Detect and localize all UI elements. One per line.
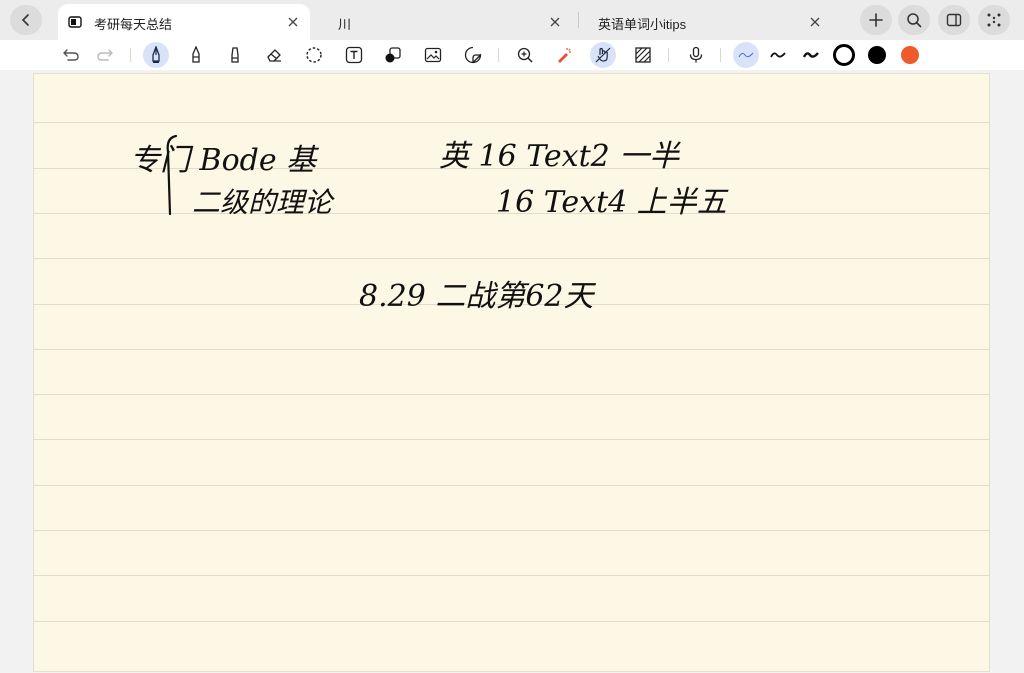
- apps-button[interactable]: [978, 5, 1010, 35]
- pencil-tool[interactable]: [183, 42, 209, 68]
- search-icon: [907, 13, 922, 28]
- back-icon: [21, 14, 29, 26]
- apps-icon: [987, 13, 1001, 27]
- color-ring-icon: [833, 44, 855, 66]
- handwriting-center: 8.29 二战第62天: [359, 279, 597, 314]
- stroke-thick-icon: [802, 52, 819, 58]
- pen-tool[interactable]: [143, 42, 169, 68]
- sidebar-button[interactable]: [938, 5, 970, 35]
- tab-3[interactable]: 英语单词小itips: [580, 4, 838, 40]
- zoom-tool[interactable]: [512, 42, 538, 68]
- sticker-tool[interactable]: [460, 42, 486, 68]
- toolbar-divider: [720, 48, 721, 62]
- toolbar-divider: [130, 48, 131, 62]
- image-tool[interactable]: [420, 42, 446, 68]
- add-tab-button[interactable]: [860, 5, 892, 35]
- search-button[interactable]: [898, 5, 930, 35]
- stroke-thin-preset[interactable]: [733, 42, 759, 68]
- ruler-pattern-icon: [635, 47, 651, 63]
- shapes-icon: [385, 47, 401, 63]
- canvas-area[interactable]: 专门 Bode 基 英 16 Text2 一半 二级的理论 16 Text4 上…: [0, 70, 1024, 672]
- handwriting-line2-right: 16 Text4 上半五: [496, 185, 729, 220]
- toolbar-divider: [668, 48, 669, 62]
- redo-button[interactable]: [92, 42, 118, 68]
- document-icon: [68, 15, 82, 32]
- text-box-tool[interactable]: [341, 42, 367, 68]
- highlighter-tool[interactable]: [222, 42, 248, 68]
- eraser-tool[interactable]: [261, 42, 287, 68]
- microphone-button[interactable]: [683, 42, 709, 68]
- add-icon: [869, 13, 883, 27]
- color-swatch-ring[interactable]: [831, 42, 857, 68]
- highlighter-icon: [231, 47, 239, 63]
- zoom-icon: [517, 47, 533, 63]
- tab-label: 川: [338, 17, 352, 32]
- tab-bar: 考研每天总结 川 英语单词小itips: [0, 0, 1024, 40]
- lasso-icon: [306, 47, 322, 63]
- toolbar-divider: [498, 48, 499, 62]
- close-icon[interactable]: [546, 13, 564, 31]
- sidebar-icon: [946, 13, 962, 27]
- laser-pointer-tool[interactable]: [551, 42, 577, 68]
- color-swatch-orange[interactable]: [897, 42, 923, 68]
- stroke-thin-icon: [738, 52, 754, 58]
- shapes-tool[interactable]: [380, 42, 406, 68]
- image-icon: [424, 47, 442, 63]
- color-dot-icon: [868, 46, 886, 64]
- handwriting-line2-left: 二级的理论: [192, 186, 335, 219]
- close-icon[interactable]: [806, 13, 824, 31]
- tab-2[interactable]: 川: [320, 4, 576, 40]
- text-box-icon: [345, 46, 363, 64]
- close-icon[interactable]: [284, 13, 302, 31]
- note-page[interactable]: 专门 Bode 基 英 16 Text2 一半 二级的理论 16 Text4 上…: [33, 73, 990, 672]
- pencil-icon: [192, 46, 200, 63]
- hand-draw-tool[interactable]: [590, 42, 616, 68]
- tab-active[interactable]: 考研每天总结: [58, 4, 310, 40]
- back-button[interactable]: [10, 5, 42, 35]
- handwriting-line1-right: 英 16 Text2 一半: [439, 139, 681, 174]
- undo-button[interactable]: [58, 42, 84, 68]
- stroke-medium-preset[interactable]: [765, 42, 791, 68]
- color-swatch-black[interactable]: [864, 42, 890, 68]
- tab-label: 考研每天总结: [94, 17, 173, 32]
- eraser-icon: [267, 49, 281, 62]
- hand-draw-icon: [595, 47, 611, 63]
- lasso-tool[interactable]: [301, 42, 327, 68]
- ruler-pattern-tool[interactable]: [630, 42, 656, 68]
- sticker-icon: [464, 46, 482, 64]
- tab-divider: [578, 12, 579, 28]
- pen-icon: [152, 46, 160, 63]
- redo-icon: [97, 49, 113, 61]
- drawing-toolbar: [0, 40, 1024, 70]
- undo-icon: [63, 49, 79, 61]
- color-dot-icon: [901, 46, 919, 64]
- laser-pointer-icon: [558, 48, 571, 63]
- stroke-medium-icon: [770, 52, 786, 58]
- handwriting-ink: 专门 Bode 基 英 16 Text2 一半 二级的理论 16 Text4 上…: [130, 134, 729, 314]
- microphone-icon: [689, 46, 703, 63]
- handwriting-line1-left: 专门 Bode 基: [130, 143, 319, 178]
- tab-label: 英语单词小itips: [598, 17, 687, 32]
- stroke-thick-preset[interactable]: [798, 42, 824, 68]
